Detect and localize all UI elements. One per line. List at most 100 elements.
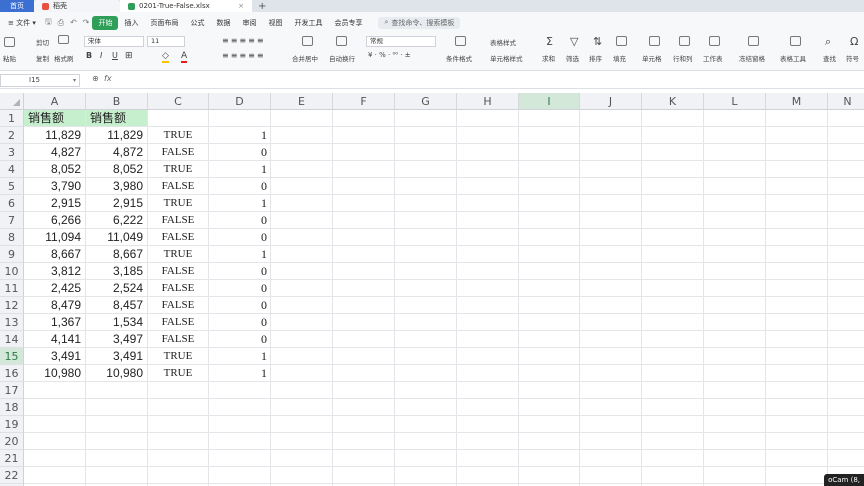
cell-B14[interactable]: 3,497: [86, 331, 147, 348]
find-icon[interactable]: ⌕: [825, 35, 831, 49]
select-all-corner[interactable]: [0, 93, 24, 110]
number-format-select[interactable]: 常规: [366, 36, 436, 47]
tab-5[interactable]: 审阅: [236, 18, 262, 28]
undo-icon[interactable]: ↶: [67, 18, 80, 27]
tab-3[interactable]: 公式: [184, 18, 210, 28]
cell-A14[interactable]: 4,141: [24, 331, 85, 348]
cell-A8[interactable]: 11,094: [24, 229, 85, 246]
cell-C16[interactable]: TRUE: [148, 365, 208, 382]
font-size-select[interactable]: 11: [147, 36, 185, 47]
new-tab-button[interactable]: +: [252, 0, 272, 12]
sum-icon[interactable]: Σ: [546, 35, 553, 48]
cell-C3[interactable]: FALSE: [148, 144, 208, 161]
cell-icon[interactable]: [649, 36, 660, 46]
cell-B1[interactable]: 销售额: [86, 110, 147, 126]
cell-A6[interactable]: 2,915: [24, 195, 85, 212]
formula-input[interactable]: [132, 74, 860, 87]
column-header-C[interactable]: C: [148, 93, 209, 110]
cell-A11[interactable]: 2,425: [24, 280, 85, 297]
cell-C7[interactable]: FALSE: [148, 212, 208, 229]
underline-button[interactable]: U: [112, 51, 118, 60]
file-menu[interactable]: ≡ 文件 ▾: [2, 18, 42, 28]
wrap-button[interactable]: 自动换行: [329, 53, 355, 63]
cell-C8[interactable]: FALSE: [148, 229, 208, 246]
format-painter-button[interactable]: 格式刷: [54, 53, 74, 63]
row-header-17[interactable]: 17: [0, 382, 24, 399]
redo-icon[interactable]: ↷: [80, 18, 93, 27]
row-header-2[interactable]: 2: [0, 127, 24, 144]
tab-doc[interactable]: 稻壳: [34, 0, 120, 12]
merge-icon[interactable]: [302, 36, 313, 46]
cell-B9[interactable]: 8,667: [86, 246, 147, 263]
tab-2[interactable]: 页面布局: [144, 18, 184, 28]
cell-D6[interactable]: 1: [209, 195, 270, 212]
cell-B13[interactable]: 1,534: [86, 314, 147, 331]
cell-D15[interactable]: 1: [209, 348, 270, 365]
row-header-14[interactable]: 14: [0, 331, 24, 348]
cell-C13[interactable]: FALSE: [148, 314, 208, 331]
row-header-12[interactable]: 12: [0, 297, 24, 314]
save-icon[interactable]: 🖫: [42, 16, 55, 30]
cell-C5[interactable]: FALSE: [148, 178, 208, 195]
cell-C15[interactable]: TRUE: [148, 348, 208, 365]
symbol-icon[interactable]: Ω: [850, 35, 858, 48]
cell-D5[interactable]: 0: [209, 178, 270, 195]
table-tools-button[interactable]: 表格工具: [780, 53, 806, 63]
fill-color-icon[interactable]: ◇: [162, 51, 169, 63]
row-header-20[interactable]: 20: [0, 433, 24, 450]
cell-D8[interactable]: 0: [209, 229, 270, 246]
tab-4[interactable]: 数据: [210, 18, 236, 28]
row-header-1[interactable]: 1: [0, 110, 24, 127]
rowcol-button[interactable]: 行和列: [673, 53, 693, 63]
cell-D9[interactable]: 1: [209, 246, 270, 263]
cell-B4[interactable]: 8,052: [86, 161, 147, 178]
cell-C2[interactable]: TRUE: [148, 127, 208, 144]
sheet-button[interactable]: 工作表: [703, 53, 723, 63]
cell-A3[interactable]: 4,827: [24, 144, 85, 161]
cell-D4[interactable]: 1: [209, 161, 270, 178]
cell-D11[interactable]: 0: [209, 280, 270, 297]
cell-A1[interactable]: 销售额: [24, 110, 85, 126]
cell-style-button[interactable]: 单元格样式: [490, 53, 523, 63]
cell-A13[interactable]: 1,367: [24, 314, 85, 331]
column-header-H[interactable]: H: [457, 93, 519, 110]
cell-A15[interactable]: 3,491: [24, 348, 85, 365]
sort-icon[interactable]: ⇅: [593, 35, 602, 48]
cond-format-button[interactable]: 条件格式: [446, 53, 472, 63]
cell-D13[interactable]: 0: [209, 314, 270, 331]
cell-C10[interactable]: FALSE: [148, 263, 208, 280]
cell-B15[interactable]: 3,491: [86, 348, 147, 365]
bold-button[interactable]: B: [86, 51, 92, 60]
cell-B6[interactable]: 2,915: [86, 195, 147, 212]
table-tools-icon[interactable]: [790, 36, 801, 46]
tab-6[interactable]: 视图: [262, 18, 288, 28]
close-tab-icon[interactable]: ×: [238, 2, 244, 10]
cell-B11[interactable]: 2,524: [86, 280, 147, 297]
cell-A5[interactable]: 3,790: [24, 178, 85, 195]
cell-C14[interactable]: FALSE: [148, 331, 208, 348]
row-header-7[interactable]: 7: [0, 212, 24, 229]
cell-D10[interactable]: 0: [209, 263, 270, 280]
row-header-8[interactable]: 8: [0, 229, 24, 246]
cell-C9[interactable]: TRUE: [148, 246, 208, 263]
cell-B2[interactable]: 11,829: [86, 127, 147, 144]
row-header-5[interactable]: 5: [0, 178, 24, 195]
sheet-icon[interactable]: [709, 36, 720, 46]
cell-B10[interactable]: 3,185: [86, 263, 147, 280]
cell-A4[interactable]: 8,052: [24, 161, 85, 178]
row-header-13[interactable]: 13: [0, 314, 24, 331]
tab-1[interactable]: 插入: [118, 18, 144, 28]
row-header-6[interactable]: 6: [0, 195, 24, 212]
find-button[interactable]: 查找: [823, 53, 836, 63]
column-header-D[interactable]: D: [209, 93, 271, 110]
freeze-button[interactable]: 冻结窗格: [739, 53, 765, 63]
cond-format-icon[interactable]: [455, 36, 466, 46]
cell-B7[interactable]: 6,222: [86, 212, 147, 229]
row-header-16[interactable]: 16: [0, 365, 24, 382]
cell-D7[interactable]: 0: [209, 212, 270, 229]
symbol-button[interactable]: 符号: [846, 53, 859, 63]
table-style-button[interactable]: 表格样式: [490, 37, 516, 47]
cell-A16[interactable]: 10,980: [24, 365, 85, 382]
row-header-22[interactable]: 22: [0, 467, 24, 484]
fx-label[interactable]: fx: [104, 74, 112, 83]
